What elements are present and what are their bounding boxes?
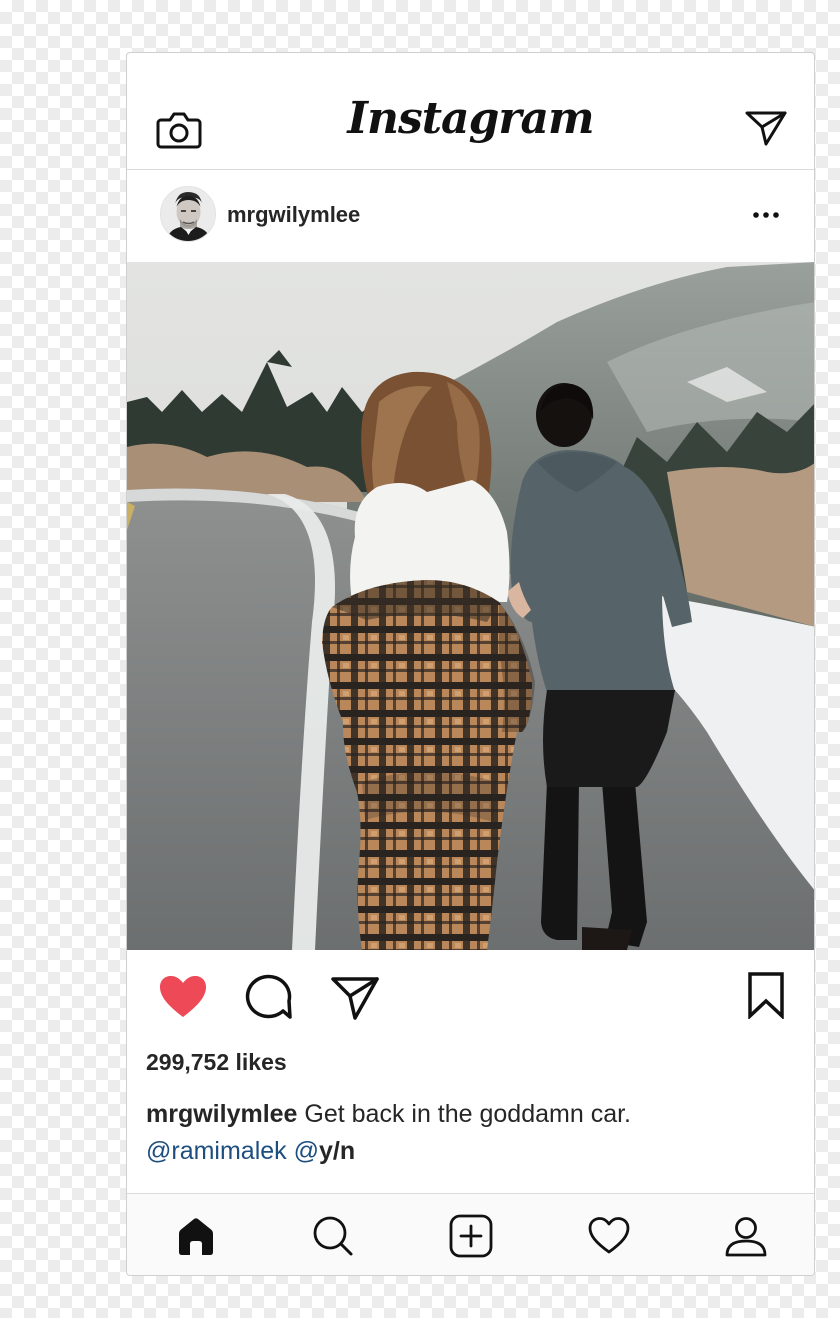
heart-filled-icon[interactable] bbox=[157, 973, 209, 1021]
nav-search[interactable] bbox=[310, 1214, 356, 1258]
nav-add-post[interactable] bbox=[448, 1214, 494, 1258]
post-image[interactable] bbox=[127, 262, 815, 950]
activity-heart-icon bbox=[588, 1217, 630, 1254]
comment-bubble-icon[interactable] bbox=[244, 973, 294, 1021]
search-icon bbox=[313, 1216, 353, 1256]
add-post-icon bbox=[449, 1214, 493, 1258]
mention-yn-at: @ bbox=[293, 1137, 320, 1165]
nav-profile[interactable] bbox=[723, 1214, 769, 1258]
bottom-navigation bbox=[127, 1193, 814, 1275]
caption-text: Get back in the goddamn car. bbox=[297, 1100, 631, 1128]
post-header: mrgwilymlee bbox=[127, 170, 814, 262]
direct-message-icon[interactable] bbox=[744, 109, 788, 147]
nav-activity[interactable] bbox=[586, 1214, 632, 1258]
mention-yn[interactable]: @y/n bbox=[294, 1137, 356, 1165]
profile-icon bbox=[725, 1217, 767, 1257]
post-username[interactable]: mrgwilymlee bbox=[227, 202, 360, 228]
nav-home[interactable] bbox=[173, 1214, 219, 1258]
avatar-portrait-icon bbox=[161, 187, 215, 241]
instagram-post-frame: Instagram mrgwilymlee 299,752 likes mrgw… bbox=[126, 52, 815, 1276]
top-app-bar: Instagram bbox=[127, 53, 814, 170]
mention-ramimalek[interactable]: @ramimalek bbox=[146, 1137, 287, 1165]
instagram-wordmark: Instagram bbox=[347, 93, 594, 144]
bookmark-icon[interactable] bbox=[746, 971, 786, 1019]
post-caption: mrgwilymlee Get back in the goddamn car.… bbox=[146, 1096, 796, 1170]
home-icon bbox=[179, 1218, 213, 1255]
mention-yn-text: y/n bbox=[319, 1137, 356, 1165]
likes-count[interactable]: 299,752 likes bbox=[146, 1049, 287, 1076]
caption-username[interactable]: mrgwilymlee bbox=[146, 1100, 297, 1128]
more-options-icon[interactable] bbox=[749, 203, 783, 227]
avatar[interactable] bbox=[160, 186, 216, 242]
post-actions-bar bbox=[127, 950, 814, 1045]
paper-plane-icon[interactable] bbox=[330, 975, 380, 1021]
